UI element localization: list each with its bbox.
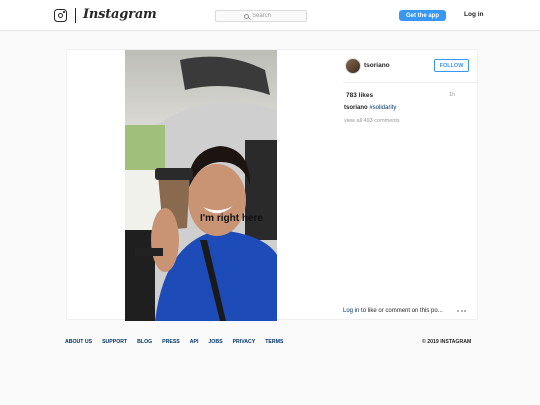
search-input[interactable]	[252, 13, 278, 19]
likes-count[interactable]: 783 likes	[346, 92, 373, 99]
photo-overlay-text: I'm right here	[200, 213, 263, 224]
follow-button[interactable]: FOLLOW	[434, 59, 469, 72]
post-photo[interactable]: I'm right here	[125, 50, 277, 321]
top-navbar: Instagram Get the app Log in	[0, 0, 540, 31]
login-prompt-text: to like or comment on this po...	[359, 308, 443, 314]
search-box[interactable]	[215, 10, 307, 22]
post-time: 1h	[449, 92, 456, 98]
footer-link-press[interactable]: PRESS	[162, 339, 180, 345]
search-icon	[244, 13, 249, 19]
caption-hashtag[interactable]: #solidarity	[369, 105, 396, 111]
more-options-icon[interactable]	[457, 310, 466, 312]
footer-link-jobs[interactable]: JOBS	[208, 339, 222, 345]
login-prompt-link[interactable]: Log in	[343, 308, 359, 314]
footer-link-terms[interactable]: TERMS	[265, 339, 283, 345]
caption-username[interactable]: tsoriano	[344, 105, 368, 111]
post-sidebar: tsoriano FOLLOW 783 likes 1h tsoriano #s…	[343, 50, 479, 321]
footer-link-privacy[interactable]: PRIVACY	[233, 339, 256, 345]
copyright: © 2019 INSTAGRAM	[422, 339, 472, 345]
login-link[interactable]: Log in	[464, 11, 484, 18]
footer-links: ABOUT US SUPPORT BLOG PRESS API JOBS PRI…	[65, 339, 470, 345]
instagram-wordmark[interactable]: Instagram	[83, 7, 157, 22]
footer-link-support[interactable]: SUPPORT	[102, 339, 127, 345]
get-the-app-button[interactable]: Get the app	[399, 10, 446, 21]
post-photo-illustration: I'm right here	[125, 50, 277, 321]
post-caption: tsoriano #solidarity	[344, 105, 396, 111]
footer-link-api[interactable]: API	[190, 339, 199, 345]
view-all-comments-link[interactable]: view all 493 comments	[344, 118, 400, 124]
avatar[interactable]	[345, 58, 361, 74]
post-card: I'm right here tsoriano FOLLOW 783 likes…	[66, 49, 479, 321]
logo-divider	[75, 8, 76, 23]
footer-link-about-us[interactable]: ABOUT US	[65, 339, 92, 345]
sidebar-divider	[343, 82, 479, 83]
footer-link-blog[interactable]: BLOG	[137, 339, 152, 345]
instagram-camera-icon[interactable]	[54, 9, 67, 22]
post-username[interactable]: tsoriano	[364, 62, 390, 69]
